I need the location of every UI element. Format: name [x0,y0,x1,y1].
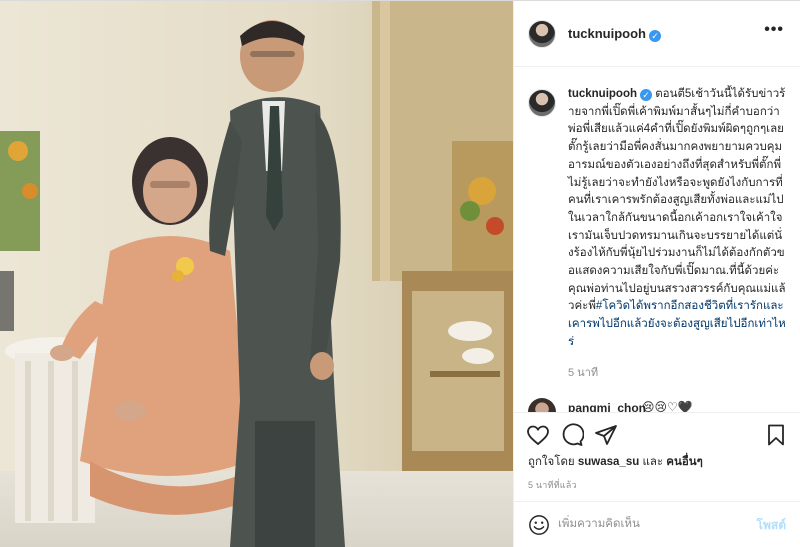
comment-icon[interactable] [560,423,584,447]
caption-avatar[interactable] [528,89,556,117]
commenter-username[interactable]: pangmi_chon [568,401,646,412]
author-username[interactable]: tucknuipooh ✓ [568,26,661,42]
post-comment-button[interactable]: โพสต์ [757,516,786,535]
verified-badge-icon: ✓ [640,89,652,101]
commenter-avatar[interactable] [528,398,556,412]
likes-prefix: ถูกใจโดย [528,456,575,468]
add-comment-bar: โพสต์ [514,501,800,547]
more-options-icon[interactable]: ••• [764,21,784,39]
action-bar [514,412,800,456]
heart-icon[interactable] [526,423,550,447]
likes-others-link[interactable]: คนอื่นๆ [666,456,703,468]
likes-middle: และ [642,456,664,468]
liker-username[interactable]: suwasa_su [578,456,639,468]
comment-row: pangmi_chon 😢😢♡🖤 [528,398,800,412]
author-username-text[interactable]: tucknuipooh [568,26,646,41]
caption-text: ตอนตี5เช้าวันนี้ได้รับข่าวร้ายจากพี่เปิ๊… [568,88,786,313]
verified-badge-icon: ✓ [649,30,661,42]
post-photo-image [0,1,513,547]
post-header: tucknuipooh ✓ ••• [514,1,800,67]
post-photo[interactable] [0,1,513,547]
likes-summary: ถูกใจโดย suwasa_su และ คนอื่นๆ [528,453,703,471]
post-side-panel: tucknuipooh ✓ ••• tucknuipooh ✓ ตอนตี5เช้า… [513,1,800,547]
bookmark-icon[interactable] [764,423,788,447]
comment-text: 😢😢♡🖤 [642,400,693,412]
instagram-post: tucknuipooh ✓ ••• tucknuipooh ✓ ตอนตี5เช้า… [0,0,800,547]
post-caption: tucknuipooh ✓ ตอนตี5เช้าวันนี้ได้รับข่าวร… [568,86,786,352]
share-icon[interactable] [594,423,618,447]
caption-hashtag[interactable]: #โควิดได้พรากอีกสองชีวิตที่เรารักและเคาร… [568,300,786,347]
comments-area[interactable]: tucknuipooh ✓ ตอนตี5เช้าวันนี้ได้รับข่าวร… [514,67,800,412]
author-avatar[interactable] [528,20,556,48]
caption-username[interactable]: tucknuipooh [568,88,637,100]
emoji-icon[interactable] [528,514,550,536]
comment-input[interactable] [558,514,738,534]
post-timestamp[interactable]: 5 นาทีที่แล้ว [528,478,577,492]
caption-timestamp[interactable]: 5 นาที [568,363,598,381]
